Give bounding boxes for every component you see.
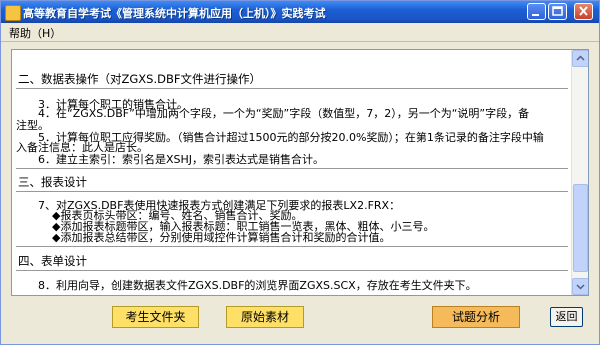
section-heading: 四、表单设计 xyxy=(18,254,87,268)
task-line: 4．在“ZGXS.DBF”中增加两个字段，一个为“奖励”字段（数值型，7，2），… xyxy=(38,107,530,120)
menu-bar: 帮助（H） xyxy=(1,23,599,42)
maximize-icon xyxy=(552,6,563,16)
divider xyxy=(16,246,568,247)
scroll-down-button[interactable] xyxy=(572,278,588,295)
divider xyxy=(16,270,568,271)
menu-help[interactable]: 帮助（H） xyxy=(9,25,61,41)
divider xyxy=(16,168,568,169)
close-button[interactable] xyxy=(574,3,593,20)
section-heading: 三、报表设计 xyxy=(18,175,87,189)
instructions-panel: 二、数据表操作（对ZGXS.DBF文件进行操作） 3．计算每个职工的销售合计。 … xyxy=(11,49,589,296)
task-line: 6．建立主索引：索引名是XSHJ，索引表达式是销售合计。 xyxy=(38,153,325,166)
chevron-down-icon xyxy=(576,284,585,290)
maximize-button[interactable] xyxy=(548,3,567,20)
app-icon xyxy=(5,5,21,21)
task-line: 8．利用向导，创建数据表文件ZGXS.DBF的浏览界面ZGXS.SCX，存放在考… xyxy=(38,279,477,292)
student-folder-button[interactable]: 考生文件夹 xyxy=(112,306,199,328)
close-icon xyxy=(579,6,588,16)
section-heading: 二、数据表操作（对ZGXS.DBF文件进行操作） xyxy=(18,72,261,86)
analysis-button[interactable]: 试题分析 xyxy=(432,306,520,328)
back-button[interactable]: 返回 xyxy=(550,307,583,327)
title-bar[interactable]: 高等教育自学考试《管理系统中计算机应用（上机）》实践考试 xyxy=(1,1,599,23)
minimize-button[interactable] xyxy=(527,3,546,20)
task-line: ◆添加报表总结带区，分别使用域控件计算销售合计和奖励的合计值。 xyxy=(52,231,391,244)
window-title: 高等教育自学考试《管理系统中计算机应用（上机）》实践考试 xyxy=(23,7,326,20)
instructions-text: 二、数据表操作（对ZGXS.DBF文件进行操作） 3．计算每个职工的销售合计。 … xyxy=(12,50,571,295)
divider xyxy=(16,88,568,89)
scroll-up-button[interactable] xyxy=(572,50,588,67)
minimize-icon xyxy=(532,14,539,16)
source-material-button[interactable]: 原始素材 xyxy=(226,306,304,328)
scroll-thumb[interactable] xyxy=(573,184,588,272)
chevron-up-icon xyxy=(576,55,585,61)
app-window: 高等教育自学考试《管理系统中计算机应用（上机）》实践考试 帮助（H） 二、数据表… xyxy=(0,0,600,345)
divider xyxy=(16,191,568,192)
vertical-scrollbar[interactable] xyxy=(571,50,588,295)
